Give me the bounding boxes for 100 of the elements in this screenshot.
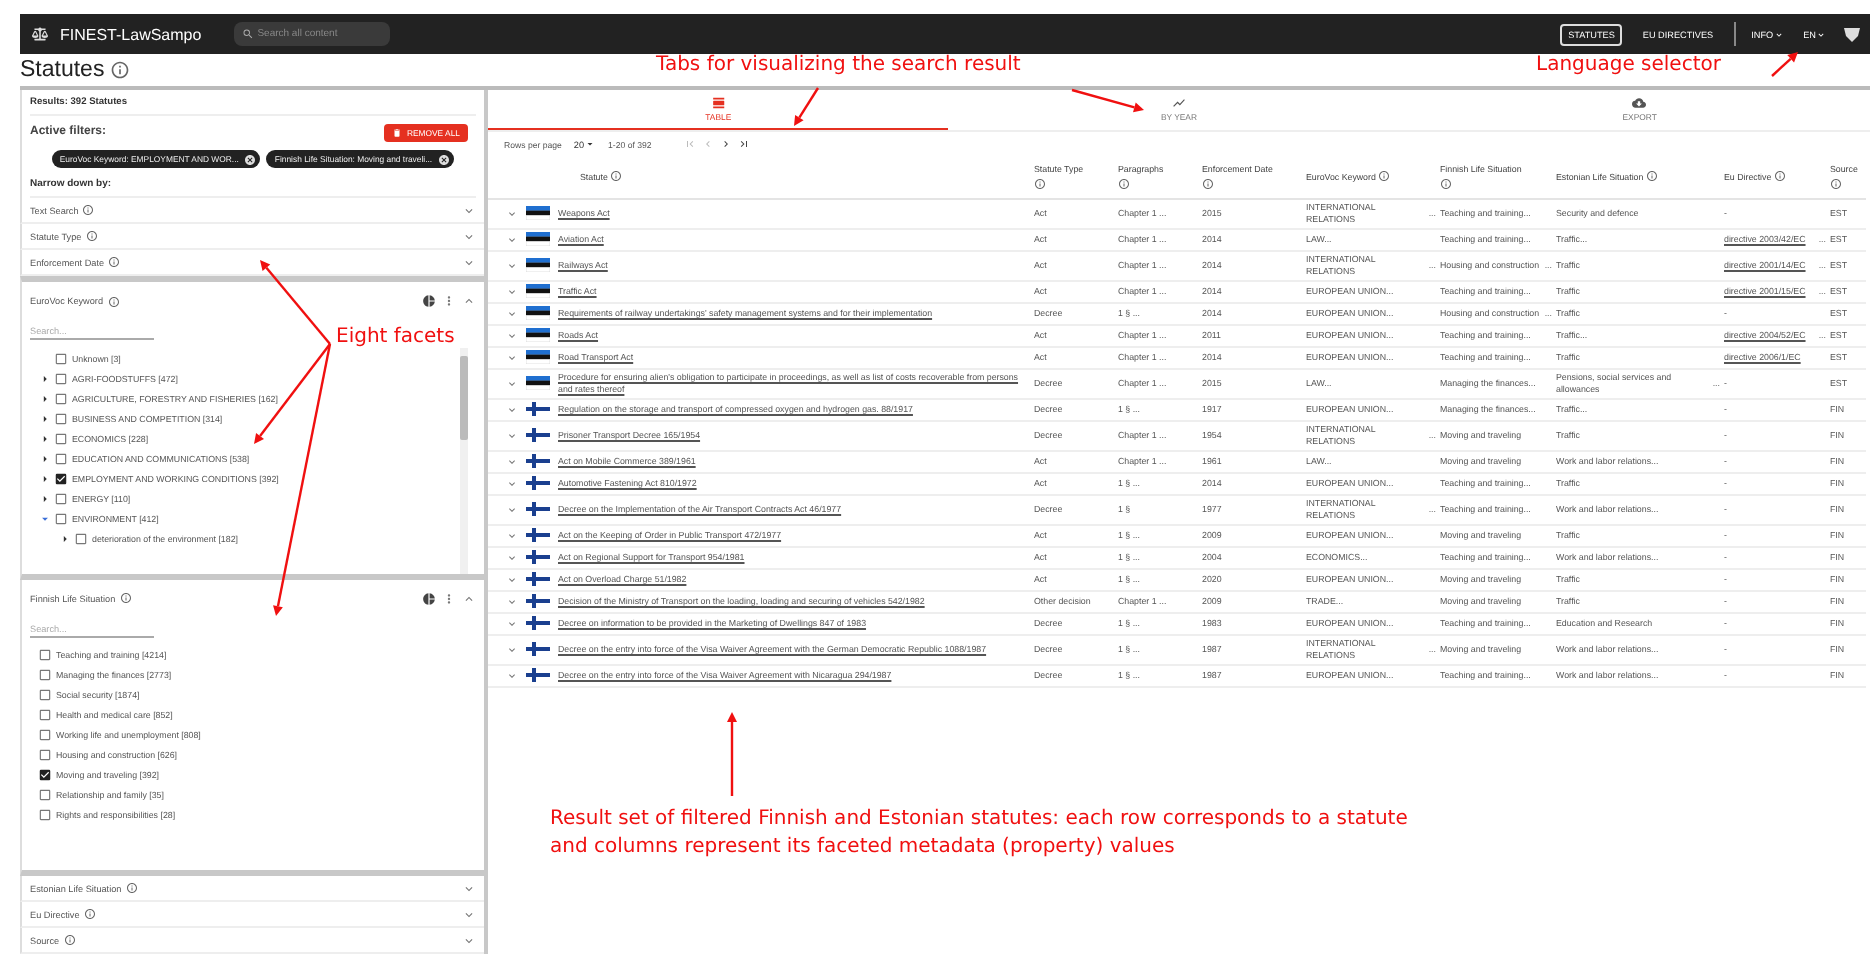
finland-flag-icon (526, 454, 550, 469)
info-icon[interactable] (63, 934, 76, 946)
checkbox[interactable] (38, 668, 52, 682)
checkbox[interactable] (38, 708, 52, 722)
finland-flag-icon (526, 616, 550, 631)
checkbox[interactable] (54, 391, 68, 405)
chevron-down-icon[interactable] (462, 229, 476, 243)
estonia-flag-icon (526, 328, 550, 342)
info-icon[interactable] (107, 295, 120, 307)
info-icon[interactable] (1034, 177, 1046, 189)
annotation-text: Eight facets (336, 324, 455, 352)
estonia-flag-icon (526, 376, 550, 391)
caret-icon[interactable] (38, 411, 52, 425)
checkbox[interactable] (74, 531, 88, 545)
checkbox[interactable] (54, 491, 68, 505)
finland-flag-icon (526, 668, 550, 683)
checkbox[interactable] (38, 788, 52, 802)
info-icon[interactable] (82, 204, 95, 216)
finland-flag-icon (526, 572, 550, 587)
cloud-download-icon (1632, 96, 1647, 110)
app-title[interactable]: FINEST-LawSampo (60, 25, 202, 43)
caret-icon[interactable] (38, 431, 52, 445)
finland-flag-icon (526, 642, 550, 657)
more-icon[interactable] (442, 591, 456, 605)
checkbox[interactable] (54, 431, 68, 445)
scale-icon (32, 26, 48, 42)
checkbox[interactable] (38, 748, 52, 762)
caret-icon[interactable] (38, 471, 52, 485)
annotation-text: Tabs for visualizing the search result (656, 52, 1021, 80)
info-icon[interactable] (1774, 170, 1787, 183)
estonia-flag-icon (526, 258, 550, 272)
checkbox[interactable] (38, 688, 52, 702)
expand-row-icon[interactable] (506, 207, 518, 219)
checkbox[interactable] (54, 371, 68, 385)
last-page-icon[interactable] (737, 138, 750, 150)
expand-row-icon[interactable] (506, 233, 518, 245)
info-icon[interactable] (83, 908, 96, 920)
checkbox[interactable] (38, 648, 52, 662)
chevron-down-icon[interactable] (462, 933, 476, 947)
caret-icon[interactable] (38, 491, 52, 505)
finland-flag-icon (526, 428, 550, 443)
chevron-up-icon[interactable] (462, 591, 476, 605)
logo-icon (1842, 24, 1862, 44)
chevron-down-icon (1816, 29, 1826, 39)
info-icon[interactable] (1378, 170, 1391, 183)
scrollbar[interactable] (460, 348, 468, 573)
search-icon (241, 28, 254, 40)
info-icon[interactable] (1646, 170, 1659, 183)
remove-filter-icon[interactable] (244, 153, 257, 165)
checkbox[interactable] (54, 411, 68, 425)
caret-icon[interactable] (58, 531, 72, 545)
info-icon[interactable] (1118, 177, 1130, 189)
checkbox[interactable] (54, 471, 68, 485)
info-icon[interactable] (1202, 177, 1214, 189)
chevron-down-icon[interactable] (462, 881, 476, 895)
annotation-arrow (727, 712, 737, 796)
info-icon[interactable] (1440, 177, 1452, 189)
annotation-text: Result set of filtered Finnish and Estonian statutes: each row corresponds to a statute and columns represent its faceted metadata (property) values (550, 806, 1408, 862)
info-icon[interactable] (108, 256, 121, 268)
next-page-icon[interactable] (719, 138, 732, 150)
dropdown-arrow-icon (584, 138, 597, 150)
annotation-arrow (1071, 88, 1144, 113)
checkbox[interactable] (38, 808, 52, 822)
finland-flag-icon (526, 528, 550, 543)
pie-chart-icon[interactable] (422, 591, 436, 605)
caret-icon[interactable] (38, 391, 52, 405)
checkbox[interactable] (38, 768, 52, 782)
chevron-up-icon[interactable] (462, 294, 476, 308)
checkbox[interactable] (38, 728, 52, 742)
info-icon[interactable] (85, 230, 98, 242)
chevron-down-icon[interactable] (462, 203, 476, 217)
estonia-flag-icon (526, 206, 550, 220)
page-title: Statutes (20, 58, 105, 82)
finland-flag-icon (526, 550, 550, 565)
checkbox[interactable] (54, 351, 68, 365)
info-icon[interactable] (1830, 177, 1842, 189)
caret-icon[interactable] (38, 371, 52, 385)
table-icon (711, 96, 726, 110)
chevron-down-icon (1773, 29, 1784, 39)
trash-icon (392, 128, 403, 138)
info-icon[interactable] (125, 882, 138, 894)
annotation-text: Language selector (1536, 52, 1721, 80)
checkbox[interactable] (54, 451, 68, 465)
chevron-down-icon[interactable] (462, 255, 476, 269)
annotation-arrow (1771, 52, 1798, 77)
pie-chart-icon[interactable] (422, 294, 436, 308)
info-icon[interactable] (119, 592, 132, 604)
estonia-flag-icon (526, 284, 550, 298)
info-icon[interactable] (610, 170, 623, 183)
chevron-down-icon[interactable] (462, 907, 476, 921)
finland-flag-icon (526, 502, 550, 517)
estonia-flag-icon (526, 306, 550, 320)
remove-filter-icon[interactable] (438, 153, 451, 165)
line-chart-icon (1171, 96, 1186, 110)
expand-row-icon[interactable] (506, 259, 518, 271)
caret-icon[interactable] (38, 451, 52, 465)
more-icon[interactable] (442, 294, 456, 308)
info-icon[interactable] (110, 60, 131, 80)
estonia-flag-icon (526, 350, 550, 364)
checkbox[interactable] (54, 511, 68, 525)
